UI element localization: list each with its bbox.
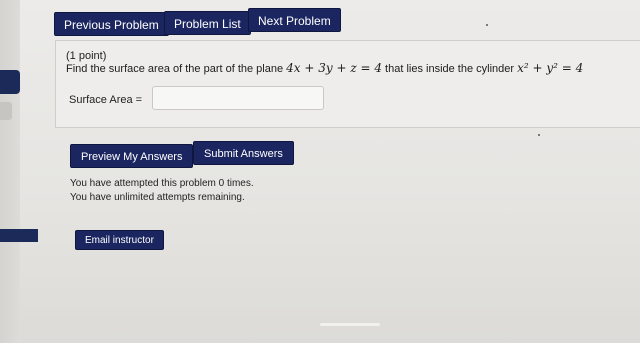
problem-list-button[interactable]: Problem List [164,11,251,35]
sidebar-active-tab[interactable] [0,70,20,94]
problem-statement: Find the surface area of the part of the… [66,61,583,75]
cylinder-equation: x² + y² = 4 [517,61,584,75]
problem-panel [55,40,640,128]
screen-speck [538,134,540,136]
next-problem-button[interactable]: Next Problem [248,8,341,32]
surface-area-label: Surface Area = [69,94,143,106]
problem-text-start: Find the surface area of the part of the… [66,63,284,75]
screen-glare [320,323,380,326]
screen-speck [486,24,488,26]
surface-area-input[interactable] [152,86,324,110]
submit-answers-button[interactable]: Submit Answers [193,141,294,165]
attempts-remaining: You have unlimited attempts remaining. [70,192,245,203]
problem-text-middle: that lies inside the cylinder [385,63,515,75]
sidebar-bar[interactable] [0,229,38,242]
attempts-status: You have attempted this problem 0 times. [70,178,254,189]
preview-answers-button[interactable]: Preview My Answers [70,144,194,168]
previous-problem-button[interactable]: Previous Problem [54,12,169,36]
email-instructor-button[interactable]: Email instructor [75,230,164,250]
plane-equation: 4x + 3y + z = 4 [286,61,382,75]
sidebar-tab[interactable] [0,102,12,120]
left-sidebar-strip [0,0,20,343]
